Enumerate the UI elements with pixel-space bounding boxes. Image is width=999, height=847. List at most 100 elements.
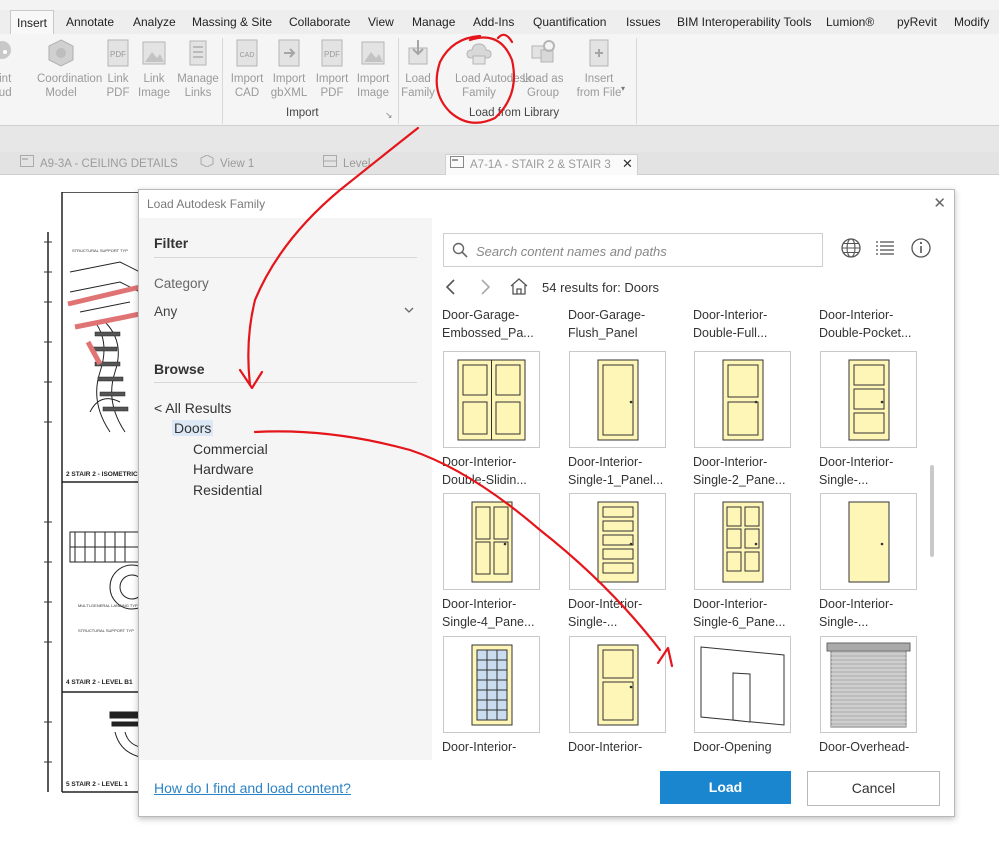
family-name: Door-Interior-Single-Full... — [442, 740, 517, 754]
view-tab-level[interactable]: Level — [323, 155, 371, 173]
family-thumbnail[interactable] — [694, 636, 791, 733]
cad-file-icon: CAD — [233, 38, 261, 68]
point-cloud-button[interactable]: oint oud — [0, 38, 26, 100]
tree-item-doors[interactable]: Doors — [172, 420, 214, 436]
chevron-down-icon — [403, 304, 415, 319]
insert-file-icon — [585, 38, 613, 68]
family-thumbnail[interactable] — [443, 493, 540, 590]
manage-links-button[interactable]: Manage Links — [174, 38, 222, 100]
tab-annotate[interactable]: Annotate — [66, 10, 114, 34]
family-name[interactable]: Door-Garage- Flush_Panel — [568, 306, 686, 342]
sheet-icon — [20, 155, 34, 173]
tab-insert[interactable]: Insert — [10, 10, 55, 36]
tab-analyze[interactable]: Analyze — [133, 10, 176, 34]
svg-text:5 STAIR 2 - LEVEL 1: 5 STAIR 2 - LEVEL 1 — [66, 781, 128, 788]
dropdown-arrow-icon[interactable]: ▾ — [621, 84, 625, 93]
insert-from-file-button[interactable]: Insert from File — [575, 38, 623, 100]
family-thumbnail[interactable] — [443, 636, 540, 733]
import-cad-button[interactable]: CAD Import CAD — [223, 38, 271, 100]
info-icon[interactable] — [910, 237, 932, 259]
tab-manage[interactable]: Manage — [412, 10, 455, 34]
forward-arrow-icon[interactable] — [477, 278, 493, 301]
point-cloud-icon — [0, 38, 16, 68]
view-tab-stair-2-3[interactable]: A7-1A - STAIR 2 & STAIR 3 ✕ — [445, 154, 638, 175]
close-icon[interactable]: ✕ — [933, 194, 946, 212]
family-thumbnail[interactable] — [820, 351, 917, 448]
tab-collaborate[interactable]: Collaborate — [289, 10, 350, 34]
svg-text:STRUCTURAL SUPPORT TYP: STRUCTURAL SUPPORT TYP — [78, 628, 134, 633]
results-count: 54 results for: Doors — [542, 280, 660, 295]
view-tab-ceiling-details[interactable]: A9-3A - CEILING DETAILS — [20, 155, 178, 173]
family-thumbnail[interactable] — [569, 351, 666, 448]
svg-text:PDF: PDF — [110, 50, 126, 59]
family-name: Door-Interior- Single-4_Pane... — [442, 597, 535, 629]
svg-text:MULTI-GENERAL LANDING TYP: MULTI-GENERAL LANDING TYP — [78, 603, 138, 608]
filter-pane: Filter Category Any Browse < All Results… — [139, 218, 432, 760]
load-family-icon — [404, 38, 432, 68]
family-thumbnail[interactable] — [694, 351, 791, 448]
tree-item-hardware[interactable]: Hardware — [193, 461, 254, 477]
divider — [154, 257, 417, 258]
list-view-icon[interactable] — [874, 237, 896, 259]
tab-issues[interactable]: Issues — [626, 10, 661, 34]
tab-massing-site[interactable]: Massing & Site — [192, 10, 272, 34]
gbxml-file-icon — [275, 38, 303, 68]
filter-heading: Filter — [154, 235, 189, 251]
tree-item-residential[interactable]: Residential — [193, 482, 262, 498]
stair-drawing: STRUCTURAL SUPPORT TYP 2 STAIR 2 - ISOME… — [44, 192, 140, 793]
family-thumbnail[interactable] — [694, 493, 791, 590]
coordination-model-icon — [47, 38, 75, 68]
help-link[interactable]: How do I find and load content? — [154, 780, 351, 796]
load-family-button[interactable]: Load Family — [394, 38, 442, 100]
svg-text:PDF: PDF — [324, 50, 340, 59]
family-thumbnail[interactable] — [569, 493, 666, 590]
family-name[interactable]: Door-Garage- Embossed_Pa... — [442, 306, 560, 342]
back-arrow-icon[interactable] — [443, 278, 459, 301]
family-name[interactable]: Door-Interior- Double-Full... — [693, 306, 811, 342]
tab-modify[interactable]: Modify — [954, 10, 989, 34]
coordination-model-button[interactable]: Coordination Model — [37, 38, 102, 100]
search-input[interactable] — [474, 240, 818, 262]
ribbon-tab-bar: Insert Annotate Analyze Massing & Site C… — [0, 10, 999, 36]
tab-lumion[interactable]: Lumion® — [826, 10, 874, 34]
category-dropdown[interactable]: Any — [154, 304, 417, 319]
search-box[interactable] — [443, 233, 823, 267]
link-image-button[interactable]: Link Image — [130, 38, 178, 100]
cancel-button[interactable]: Cancel — [807, 771, 940, 806]
svg-text:STRUCTURAL SUPPORT TYP: STRUCTURAL SUPPORT TYP — [72, 248, 128, 253]
image-import-icon — [359, 38, 387, 68]
close-tab-icon[interactable]: ✕ — [622, 156, 633, 171]
tab-add-ins[interactable]: Add-Ins — [473, 10, 514, 34]
import-gbxml-button[interactable]: Import gbXML — [265, 38, 313, 100]
results-scrollbar[interactable] — [930, 465, 934, 557]
cloud-family-icon — [465, 38, 493, 68]
family-thumbnail[interactable] — [569, 636, 666, 733]
panel-separator — [636, 38, 637, 124]
tab-pyrevit[interactable]: pyRevit — [897, 10, 937, 34]
home-icon[interactable] — [509, 276, 529, 301]
view-tab-view-1[interactable]: View 1 — [200, 154, 254, 173]
load-autodesk-family-button[interactable]: Load Autodesk Family — [455, 38, 531, 100]
family-name: Door-Interior- Single-... — [819, 455, 894, 487]
family-thumbnail[interactable] — [820, 493, 917, 590]
family-thumbnail[interactable] — [443, 351, 540, 448]
load-button[interactable]: Load — [660, 771, 791, 804]
tree-item-all-results[interactable]: < All Results — [154, 400, 231, 416]
view-tab-bar: A9-3A - CEILING DETAILS View 1 Level A7-… — [0, 152, 999, 175]
tree-item-commercial[interactable]: Commercial — [193, 441, 268, 457]
family-name[interactable]: Door-Interior- Double-Pocket... — [819, 306, 925, 342]
options-bar — [0, 126, 999, 152]
family-name: Door-Interior- Double-Slidin... — [442, 455, 527, 487]
family-thumbnail[interactable] — [820, 636, 917, 733]
panel-launcher-icon[interactable]: ↘ — [385, 110, 393, 121]
tab-view[interactable]: View — [368, 10, 394, 34]
globe-icon[interactable] — [840, 237, 862, 259]
revit-window: Insert Annotate Analyze Massing & Site C… — [0, 0, 999, 847]
tab-quantification[interactable]: Quantification — [533, 10, 606, 34]
dialog-title: Load Autodesk Family — [147, 197, 266, 211]
import-image-button[interactable]: Import Image — [349, 38, 397, 100]
load-as-group-button[interactable]: Load as Group — [519, 38, 567, 100]
family-name: Door-Interior- Single-1_Panel... — [568, 455, 664, 487]
family-name: Door-Interior- Single-... — [568, 597, 643, 629]
tab-bim-interoperability[interactable]: BIM Interoperability Tools — [677, 10, 812, 34]
